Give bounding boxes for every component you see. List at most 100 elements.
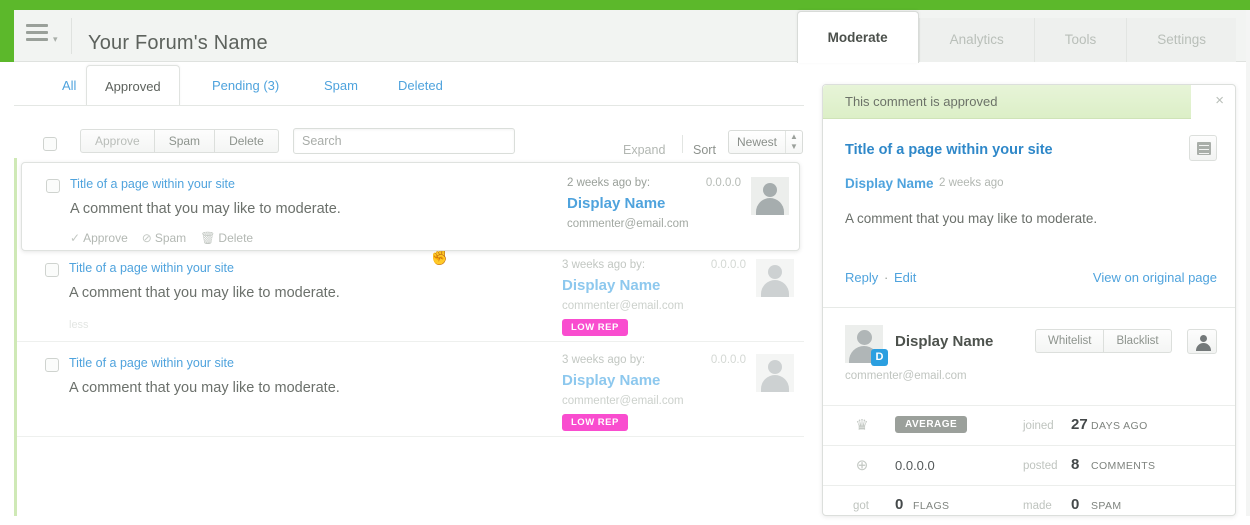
row-page-title[interactable]: Title of a page within your site bbox=[69, 261, 234, 275]
status-badge: LOW REP bbox=[562, 414, 628, 431]
close-icon[interactable]: × bbox=[1215, 92, 1224, 109]
row-comment-body: A comment that you may like to moderate. bbox=[70, 201, 341, 217]
globe-icon: ⊕ bbox=[855, 457, 869, 474]
subtab-approved[interactable]: Approved bbox=[86, 65, 180, 106]
spam-button[interactable]: Spam bbox=[154, 129, 216, 153]
expand-link[interactable]: Expand bbox=[623, 143, 665, 157]
status-banner: This comment is approved bbox=[823, 85, 1191, 119]
comment-detail-panel: This comment is approved × Title of a pa… bbox=[822, 84, 1236, 516]
stat-row-ip: ⊕ 0.0.0.0 posted 8 COMMENTS bbox=[823, 445, 1235, 485]
tab-analytics[interactable]: Analytics bbox=[918, 18, 1034, 62]
whitelist-button[interactable]: Whitelist bbox=[1035, 329, 1105, 353]
flags-unit: FLAGS bbox=[913, 500, 950, 512]
row-checkbox[interactable] bbox=[45, 358, 59, 372]
blacklist-button[interactable]: Blacklist bbox=[1104, 329, 1172, 353]
sort-arrows-icon: ▲ ▼ bbox=[785, 131, 802, 153]
row-author-email: commenter@email.com bbox=[562, 395, 684, 407]
subtab-spam[interactable]: Spam bbox=[306, 67, 376, 105]
reply-link[interactable]: Reply bbox=[845, 270, 878, 285]
profile-name: Display Name bbox=[895, 333, 994, 350]
sort-select[interactable]: Newest ▲ ▼ bbox=[728, 130, 803, 154]
ip-value: 0.0.0.0 bbox=[895, 458, 935, 473]
header-divider bbox=[71, 18, 72, 54]
person-icon[interactable] bbox=[1187, 329, 1217, 354]
row-delete-label: Delete bbox=[218, 231, 254, 245]
row-checkbox[interactable] bbox=[46, 179, 60, 193]
trash-icon: 🗑 bbox=[200, 231, 216, 245]
row-comment-body: A comment that you may like to moderate. bbox=[69, 380, 340, 396]
avatar bbox=[751, 177, 789, 215]
row-comment-body: A comment that you may like to moderate. bbox=[69, 285, 340, 301]
row-spam-label: Spam bbox=[154, 231, 187, 245]
panel-divider bbox=[823, 307, 1235, 308]
posted-value: 8 bbox=[1071, 456, 1080, 473]
chevron-down-icon[interactable]: ▾ bbox=[53, 34, 58, 45]
article-icon[interactable] bbox=[1189, 135, 1217, 161]
flags-value: 0 bbox=[895, 496, 904, 513]
brand-left-edge bbox=[0, 0, 14, 62]
moderation-app: ▾ Your Forum's Name Moderate Analytics T… bbox=[0, 0, 1250, 516]
row-author-name[interactable]: Display Name bbox=[562, 372, 660, 389]
row-timestamp: 3 weeks ago by: bbox=[562, 259, 646, 271]
row-author-name[interactable]: Display Name bbox=[567, 195, 665, 212]
table-row[interactable]: Title of a page within your site A comme… bbox=[17, 342, 804, 437]
listing-actions-group: Whitelist Blacklist bbox=[1035, 329, 1172, 353]
view-original-link[interactable]: View on original page bbox=[1093, 270, 1217, 285]
toolbar-divider bbox=[682, 135, 683, 153]
stat-row-flags: got 0 FLAGS made 0 SPAM bbox=[823, 485, 1235, 525]
list-toolbar: Approve Spam Delete Expand Sort Newest ▲… bbox=[14, 106, 804, 158]
edit-link[interactable]: Edit bbox=[894, 270, 916, 285]
avatar bbox=[756, 354, 794, 392]
primary-nav: Moderate Analytics Tools Settings bbox=[796, 10, 1236, 63]
sort-label: Sort bbox=[693, 143, 716, 157]
row-author-name[interactable]: Display Name bbox=[562, 277, 660, 294]
profile-email: commenter@email.com bbox=[845, 370, 967, 382]
reputation-badge: AVERAGE bbox=[895, 416, 968, 433]
row-page-title[interactable]: Title of a page within your site bbox=[69, 356, 234, 370]
posted-label: posted bbox=[1023, 460, 1058, 472]
delete-button[interactable]: Delete bbox=[215, 129, 279, 153]
detail-timestamp: 2 weeks ago bbox=[939, 177, 1004, 189]
profile-provider-badge: D bbox=[871, 349, 888, 366]
search-input[interactable] bbox=[293, 128, 515, 154]
row-author-email: commenter@email.com bbox=[562, 300, 684, 312]
row-less-link[interactable]: less bbox=[69, 319, 89, 331]
row-actions: ✓ Approve ⊘ Spam 🗑 Delete bbox=[70, 231, 253, 245]
tab-tools[interactable]: Tools bbox=[1033, 18, 1127, 62]
detail-author-name[interactable]: Display Name bbox=[845, 176, 934, 191]
row-timestamp: 2 weeks ago by: bbox=[567, 177, 651, 189]
row-delete-action[interactable]: 🗑 Delete bbox=[200, 231, 253, 245]
joined-unit: DAYS AGO bbox=[1091, 420, 1148, 432]
spam-label: made bbox=[1023, 500, 1052, 512]
tab-settings[interactable]: Settings bbox=[1126, 18, 1236, 62]
row-spam-action[interactable]: ⊘ Spam bbox=[142, 231, 186, 245]
row-approve-label: Approve bbox=[83, 231, 128, 245]
tab-moderate[interactable]: Moderate bbox=[796, 11, 919, 63]
row-checkbox[interactable] bbox=[45, 263, 59, 277]
link-separator: · bbox=[884, 270, 889, 285]
row-ip-address: 0.0.0.0 bbox=[710, 354, 746, 366]
scrollbar[interactable] bbox=[1246, 10, 1250, 516]
table-row[interactable]: Title of a page within your site A comme… bbox=[17, 247, 804, 342]
moderation-subtabs: All Approved Pending (3) Spam Deleted bbox=[14, 62, 814, 106]
avatar bbox=[756, 259, 794, 297]
table-row[interactable]: Title of a page within your site A comme… bbox=[21, 162, 800, 251]
flags-label: got bbox=[853, 500, 869, 512]
trophy-icon: ♛ bbox=[855, 417, 869, 434]
sort-value: Newest bbox=[737, 135, 778, 149]
row-ip-address: 0.0.0.0 bbox=[710, 259, 746, 271]
row-ip-address: 0.0.0.0 bbox=[705, 177, 741, 189]
subtab-deleted[interactable]: Deleted bbox=[380, 67, 461, 105]
subtab-pending[interactable]: Pending (3) bbox=[194, 67, 297, 105]
detail-page-title[interactable]: Title of a page within your site bbox=[845, 142, 1053, 158]
row-page-title[interactable]: Title of a page within your site bbox=[70, 177, 235, 191]
brand-bar bbox=[0, 0, 1250, 10]
ban-icon: ⊘ bbox=[141, 231, 152, 245]
spam-value: 0 bbox=[1071, 496, 1080, 513]
approve-button[interactable]: Approve bbox=[80, 129, 155, 153]
page-title: Your Forum's Name bbox=[88, 32, 268, 54]
status-badge: LOW REP bbox=[562, 319, 628, 336]
select-all-checkbox[interactable] bbox=[43, 137, 57, 151]
row-approve-action[interactable]: ✓ Approve bbox=[70, 231, 128, 245]
row-author-email: commenter@email.com bbox=[567, 218, 689, 230]
